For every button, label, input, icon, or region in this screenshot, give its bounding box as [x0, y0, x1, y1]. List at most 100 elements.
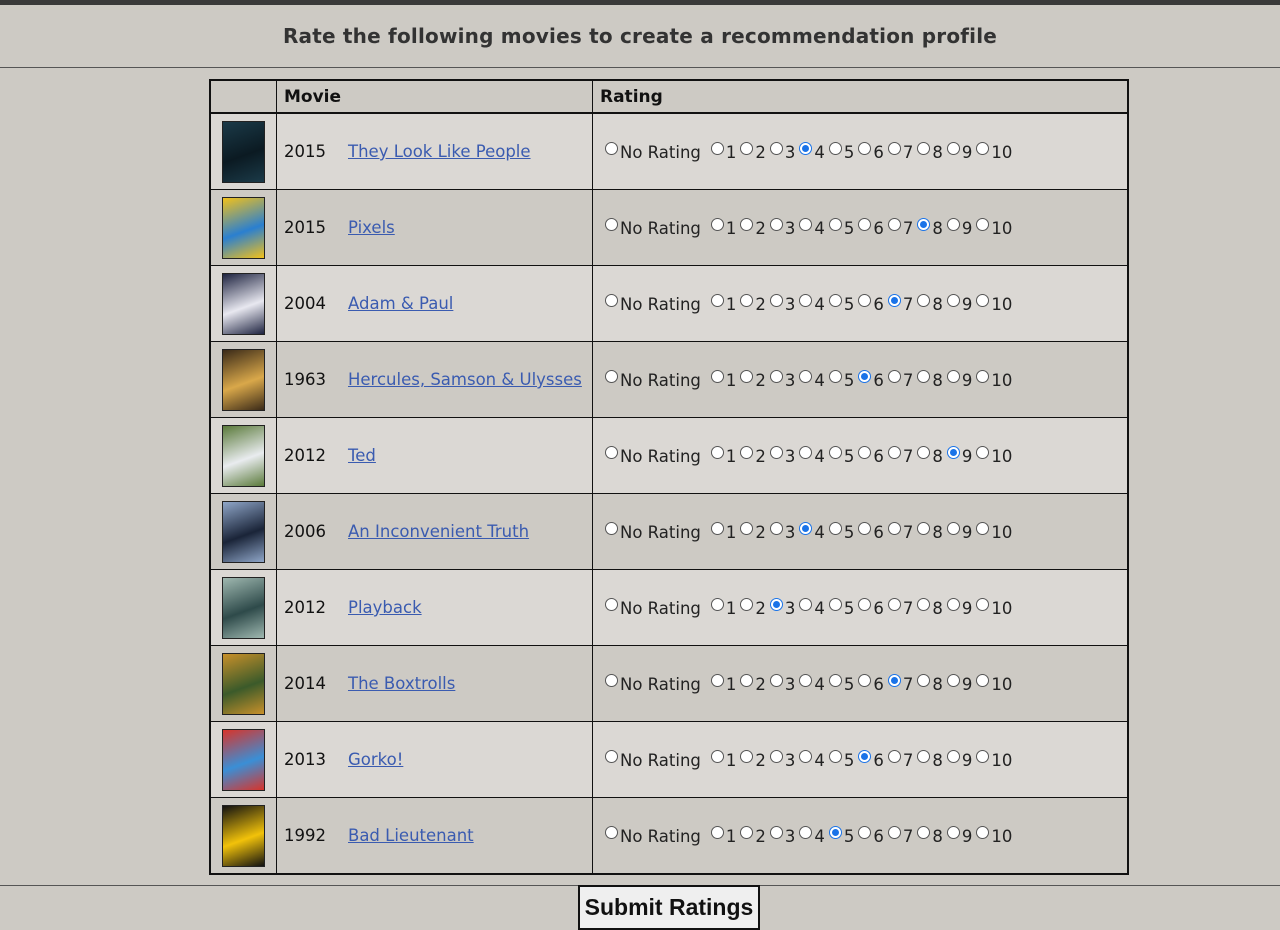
radio-button[interactable] [858, 141, 872, 155]
radio-button[interactable] [828, 293, 842, 307]
radio-button[interactable] [858, 445, 872, 459]
radio-button[interactable] [976, 825, 990, 839]
radio-button[interactable] [887, 217, 901, 231]
rating-option-2[interactable]: 2 [740, 825, 766, 846]
rating-option-10[interactable]: 10 [976, 141, 1012, 162]
radio-button[interactable] [799, 673, 813, 687]
rating-option-7[interactable]: 7 [887, 825, 913, 846]
radio-button[interactable] [740, 521, 754, 535]
rating-option-3[interactable]: 3 [769, 749, 795, 770]
radio-button[interactable] [710, 445, 724, 459]
radio-button[interactable] [769, 521, 783, 535]
radio-button[interactable] [917, 597, 931, 611]
radio-button[interactable] [946, 521, 960, 535]
radio-button[interactable] [917, 369, 931, 383]
rating-option-6[interactable]: 6 [858, 217, 884, 238]
rating-option-6[interactable]: 6 [858, 445, 884, 466]
rating-option-2[interactable]: 2 [740, 217, 766, 238]
radio-button[interactable] [917, 521, 931, 535]
radio-button[interactable] [976, 597, 990, 611]
radio-button[interactable] [946, 597, 960, 611]
radio-button[interactable] [828, 521, 842, 535]
radio-button[interactable] [887, 521, 901, 535]
rating-option-6[interactable]: 6 [858, 749, 884, 770]
radio-button[interactable] [605, 521, 618, 535]
rating-option-8[interactable]: 8 [917, 673, 943, 694]
rating-option-1[interactable]: 1 [710, 141, 736, 162]
radio-button[interactable] [769, 369, 783, 383]
radio-button[interactable] [769, 749, 783, 763]
radio-button[interactable] [976, 141, 990, 155]
rating-option-2[interactable]: 2 [740, 369, 766, 390]
radio-button[interactable] [976, 293, 990, 307]
radio-button[interactable] [740, 673, 754, 687]
radio-button[interactable] [769, 293, 783, 307]
rating-option-7[interactable]: 7 [887, 217, 913, 238]
rating-option-none[interactable]: No Rating [605, 445, 701, 466]
radio-button[interactable] [976, 445, 990, 459]
radio-button[interactable] [946, 673, 960, 687]
radio-button[interactable] [976, 521, 990, 535]
rating-option-3[interactable]: 3 [769, 597, 795, 618]
radio-button[interactable] [799, 597, 813, 611]
radio-button[interactable] [710, 141, 724, 155]
rating-option-1[interactable]: 1 [710, 521, 736, 542]
radio-button[interactable] [858, 217, 872, 231]
rating-option-none[interactable]: No Rating [605, 369, 701, 390]
radio-button[interactable] [828, 445, 842, 459]
radio-button[interactable] [828, 749, 842, 763]
movie-title-link[interactable]: They Look Like People [348, 142, 531, 161]
movie-title-link[interactable]: Playback [348, 598, 422, 617]
rating-option-3[interactable]: 3 [769, 369, 795, 390]
rating-option-4[interactable]: 4 [799, 597, 825, 618]
rating-option-5[interactable]: 5 [828, 141, 854, 162]
movie-title-link[interactable]: Gorko! [348, 750, 403, 769]
radio-button[interactable] [605, 673, 618, 687]
rating-option-7[interactable]: 7 [887, 673, 913, 694]
rating-option-5[interactable]: 5 [828, 217, 854, 238]
rating-option-7[interactable]: 7 [887, 445, 913, 466]
rating-option-10[interactable]: 10 [976, 825, 1012, 846]
rating-option-none[interactable]: No Rating [605, 141, 701, 162]
rating-option-1[interactable]: 1 [710, 673, 736, 694]
rating-option-8[interactable]: 8 [917, 597, 943, 618]
radio-button[interactable] [917, 825, 931, 839]
rating-option-6[interactable]: 6 [858, 369, 884, 390]
radio-button[interactable] [858, 293, 872, 307]
radio-button[interactable] [605, 749, 618, 763]
radio-button[interactable] [710, 369, 724, 383]
radio-button[interactable] [887, 369, 901, 383]
radio-button[interactable] [887, 293, 901, 307]
rating-option-1[interactable]: 1 [710, 369, 736, 390]
radio-button[interactable] [976, 217, 990, 231]
rating-option-none[interactable]: No Rating [605, 217, 701, 238]
rating-option-3[interactable]: 3 [769, 293, 795, 314]
radio-button[interactable] [605, 445, 618, 459]
radio-button[interactable] [605, 369, 618, 383]
rating-option-none[interactable]: No Rating [605, 521, 701, 542]
movie-title-link[interactable]: An Inconvenient Truth [348, 522, 529, 541]
rating-option-3[interactable]: 3 [769, 217, 795, 238]
radio-button[interactable] [740, 369, 754, 383]
rating-option-5[interactable]: 5 [828, 521, 854, 542]
radio-button[interactable] [799, 141, 813, 155]
rating-option-6[interactable]: 6 [858, 521, 884, 542]
radio-button[interactable] [858, 673, 872, 687]
rating-option-8[interactable]: 8 [917, 825, 943, 846]
rating-option-6[interactable]: 6 [858, 597, 884, 618]
rating-option-3[interactable]: 3 [769, 673, 795, 694]
rating-option-1[interactable]: 1 [710, 293, 736, 314]
rating-option-7[interactable]: 7 [887, 369, 913, 390]
radio-button[interactable] [769, 217, 783, 231]
radio-button[interactable] [828, 141, 842, 155]
rating-option-3[interactable]: 3 [769, 521, 795, 542]
radio-button[interactable] [799, 293, 813, 307]
radio-button[interactable] [710, 749, 724, 763]
rating-option-4[interactable]: 4 [799, 293, 825, 314]
radio-button[interactable] [976, 673, 990, 687]
radio-button[interactable] [828, 673, 842, 687]
radio-button[interactable] [605, 217, 618, 231]
radio-button[interactable] [858, 825, 872, 839]
rating-option-5[interactable]: 5 [828, 293, 854, 314]
radio-button[interactable] [887, 749, 901, 763]
